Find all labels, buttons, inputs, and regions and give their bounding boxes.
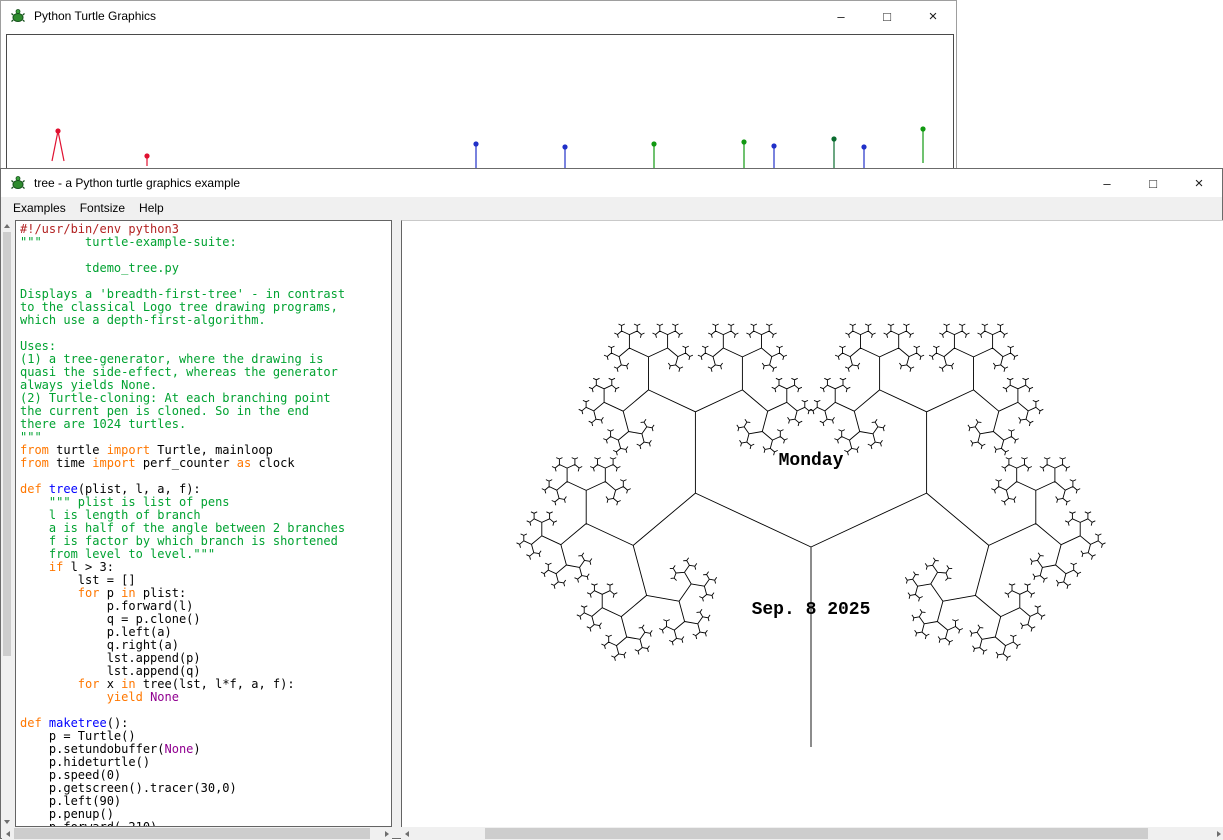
code-line: """ turtle-example-suite: [20, 236, 391, 249]
back-maximize-button[interactable]: □ [864, 1, 910, 31]
turtle-pin [562, 144, 567, 169]
front-window-title: tree - a Python turtle graphics example [34, 176, 1084, 190]
turtle-pin [861, 144, 866, 169]
tree-branches [517, 324, 1106, 747]
turtledemo-tree-window: tree - a Python turtle graphics example … [0, 168, 1223, 839]
back-minimize-button[interactable]: – [818, 1, 864, 31]
menu-help[interactable]: Help [132, 197, 171, 220]
turtle-pin [473, 141, 478, 169]
code-editor[interactable]: #!/usr/bin/env python3""" turtle-example… [15, 220, 392, 827]
turtle-pin [144, 153, 149, 166]
code-horizontal-scrollbar[interactable] [2, 827, 392, 840]
code-vertical-scrollbar[interactable] [2, 220, 12, 827]
turtle-pin [771, 143, 776, 169]
code-line: from time import perf_counter as clock [20, 457, 391, 470]
turtle-icon [10, 8, 26, 24]
scroll-right-arrow[interactable] [1213, 827, 1223, 840]
front-window-titlebar[interactable]: tree - a Python turtle graphics example … [1, 169, 1222, 197]
code-line: which use a depth-first-algorithm. [20, 314, 391, 327]
scroll-left-arrow[interactable] [2, 827, 13, 840]
menu-examples[interactable]: Examples [6, 197, 73, 220]
turtle-demo-canvas: Monday Sep. 8 2025 [401, 220, 1223, 827]
turtle-pin [920, 126, 925, 163]
scroll-right-arrow[interactable] [381, 827, 392, 840]
turtle-pin [651, 141, 656, 169]
canvas-text-label: Sep. 8 2025 [752, 600, 871, 620]
turtle-pin [831, 136, 836, 169]
back-close-button[interactable]: × [910, 1, 956, 31]
code-line: yield None [20, 691, 391, 704]
canvas-hscroll-thumb[interactable] [485, 828, 1148, 839]
scroll-left-arrow[interactable] [401, 827, 412, 840]
turtle-pin [741, 139, 746, 169]
code-line [20, 327, 391, 340]
scroll-down-arrow[interactable] [2, 816, 12, 827]
turtle-pins-drawing [7, 35, 953, 173]
canvas-horizontal-scrollbar[interactable] [401, 827, 1223, 840]
front-minimize-button[interactable]: – [1084, 169, 1130, 197]
turtle-icon [10, 175, 26, 191]
back-window-title: Python Turtle Graphics [34, 9, 818, 23]
menubar: Examples Fontsize Help [1, 197, 1222, 220]
menu-fontsize[interactable]: Fontsize [73, 197, 132, 220]
code-line: there are 1024 turtles. [20, 418, 391, 431]
vertical-scrollbar-thumb[interactable] [3, 232, 11, 656]
scroll-up-arrow[interactable] [2, 220, 12, 231]
back-window-titlebar[interactable]: Python Turtle Graphics – □ × [1, 1, 956, 31]
turtle-graphics-canvas [6, 34, 954, 174]
turtle-pin [52, 128, 64, 161]
code-hscroll-thumb[interactable] [14, 828, 370, 839]
front-close-button[interactable]: × [1176, 169, 1222, 197]
fractal-tree-drawing: Monday Sep. 8 2025 [402, 221, 1223, 827]
canvas-text-label: Monday [779, 451, 844, 471]
front-maximize-button[interactable]: □ [1130, 169, 1176, 197]
code-line: tdemo_tree.py [20, 262, 391, 275]
